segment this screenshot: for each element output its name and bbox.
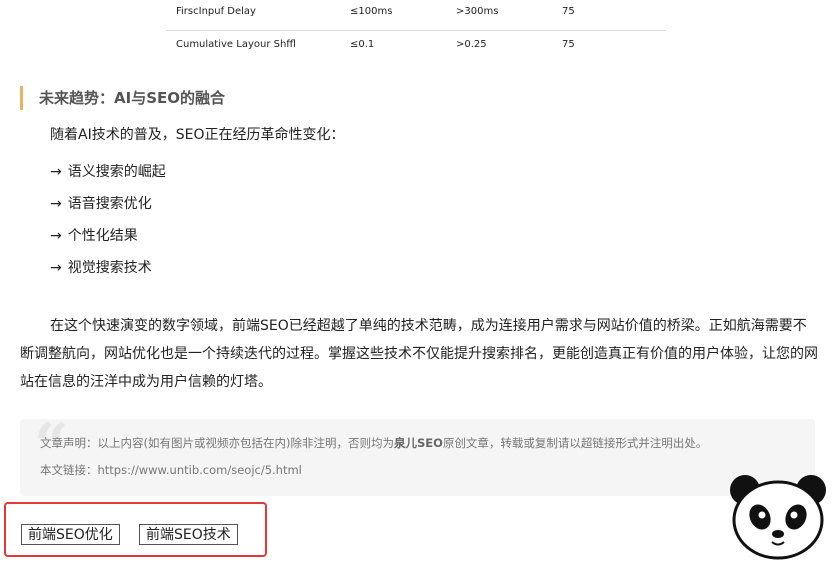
conclusion-paragraph: 在这个快速演变的数字领域，前端SEO已经超越了单纯的技术范畴，成为连接用户需求与… (20, 318, 818, 390)
list-item-label: 语音搜索优化 (67, 196, 152, 212)
metric-name: Cumulative Layour Shffl (176, 39, 296, 50)
list-item: → 语音搜索优化 (50, 188, 166, 220)
notice-prefix: 文章声明：以上内容(如有图片或视频亦包括在内)除非注明，否则均为 (40, 436, 394, 450)
notice-brand: 泉儿SEO (393, 436, 443, 450)
notice-link-label: 本文链接： (40, 463, 98, 477)
trend-list: → 语义搜索的崛起 → 语音搜索优化 → 个性化结果 → 视觉搜索技术 (50, 156, 166, 284)
metric-good: ≤100ms (350, 6, 393, 17)
table-row: FirscInpuf Delay ≤100ms >300ms 75 (166, 0, 666, 31)
list-item-label: 语义搜索的崛起 (67, 164, 166, 180)
notice-statement: 文章声明：以上内容(如有图片或视频亦包括在内)除非注明，否则均为泉儿SEO原创文… (40, 435, 707, 451)
metric-name: FirscInpuf Delay (176, 6, 256, 17)
section-intro: 随着AI技术的普及，SEO正在经历革命性变化： (50, 127, 345, 143)
list-item: → 语义搜索的崛起 (50, 156, 166, 188)
tag-link[interactable]: 前端SEO优化 (21, 524, 120, 545)
list-item-label: 视觉搜索技术 (67, 260, 152, 276)
panda-icon[interactable] (727, 470, 829, 560)
metric-poor: >300ms (456, 6, 499, 17)
list-item: → 个性化结果 (50, 220, 166, 252)
article-url[interactable]: https://www.untib.com/seojc/5.html (98, 463, 302, 477)
list-item-label: 个性化结果 (67, 228, 138, 244)
metric-poor: >0.25 (456, 39, 487, 50)
arrow-icon: → (50, 228, 62, 244)
table-row: Cumulative Layour Shffl ≤0.1 >0.25 75 (166, 31, 666, 63)
notice-suffix: 原创文章，转载或复制请以超链接形式并注明出处。 (442, 436, 708, 450)
copyright-notice: “ 文章声明：以上内容(如有图片或视频亦包括在内)除非注明，否则均为泉儿SEO原… (20, 419, 815, 496)
arrow-icon: → (50, 196, 62, 212)
notice-link: 本文链接：https://www.untib.com/seojc/5.html (40, 462, 302, 478)
metrics-table: FirscInpuf Delay ≤100ms >300ms 75 Cumula… (166, 0, 666, 63)
arrow-icon: → (50, 260, 62, 276)
arrow-icon: → (50, 164, 62, 180)
metric-good: ≤0.1 (350, 39, 375, 50)
metric-weight: 75 (562, 6, 575, 17)
list-item: → 视觉搜索技术 (50, 252, 166, 284)
section-heading: 未来趋势：AI与SEO的融合 (20, 86, 225, 110)
tag-link[interactable]: 前端SEO技术 (139, 524, 238, 545)
metric-weight: 75 (562, 39, 575, 50)
